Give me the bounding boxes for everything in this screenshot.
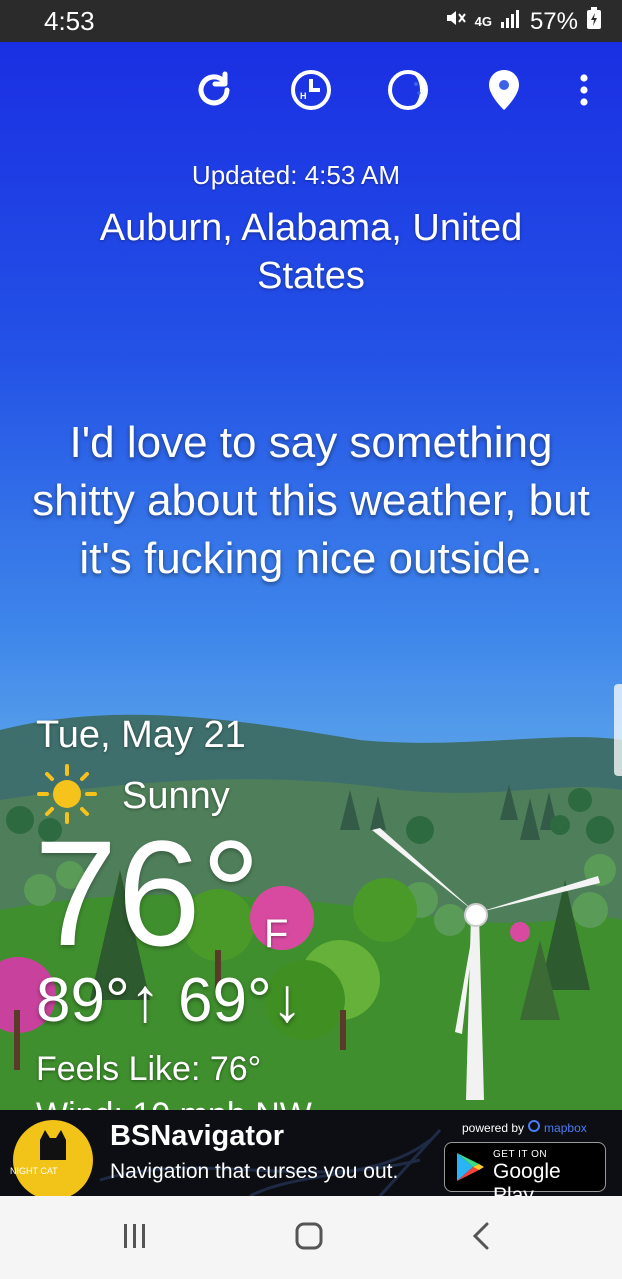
- night-cat-logo: NIGHT CAT: [10, 1110, 96, 1196]
- mapbox-icon: [528, 1120, 541, 1135]
- feels-like: Feels Like: 76°: [36, 1050, 262, 1088]
- moon-phase-button[interactable]: [384, 68, 432, 116]
- location-button[interactable]: [480, 68, 528, 116]
- hourly-button[interactable]: H: [287, 68, 335, 116]
- network-type: 4G: [474, 14, 492, 29]
- home-icon: [294, 1221, 324, 1256]
- overflow-menu-button[interactable]: [560, 68, 608, 116]
- svg-text:H: H: [300, 91, 307, 101]
- system-navigation-bar: [0, 1196, 622, 1279]
- svg-text:NIGHT CAT: NIGHT CAT: [10, 1166, 58, 1176]
- moon-phase-icon: [386, 68, 430, 117]
- play-store-icon: [455, 1151, 485, 1188]
- location-title: Auburn, Alabama, United States: [99, 207, 523, 297]
- toolbar: H: [0, 68, 622, 116]
- high-low-row: 89°↑ 69°↓: [36, 966, 303, 1036]
- wind-info: Wind: 10 mph NW: [36, 1098, 312, 1110]
- get-it-on-label: GET IT ON: [493, 1149, 548, 1160]
- more-vert-icon: [578, 72, 590, 113]
- temperature-unit: F: [264, 912, 289, 956]
- scroll-indicator[interactable]: [614, 684, 622, 776]
- google-play-button[interactable]: GET IT ON Google Play: [444, 1142, 606, 1196]
- weather-quote: I'd love to say something shitty about t…: [32, 418, 590, 583]
- updated-timestamp: Updated: 4:53 AM: [191, 160, 401, 190]
- arrow-up-icon: ↑: [129, 966, 161, 1035]
- back-button[interactable]: [456, 1216, 506, 1260]
- battery-level: 57%: [529, 7, 578, 35]
- mute-icon: [443, 6, 467, 37]
- back-icon: [469, 1221, 493, 1256]
- hourly-clock-icon: H: [289, 68, 333, 117]
- high-temperature: 89°: [36, 966, 130, 1035]
- recent-apps-icon: [120, 1222, 150, 1255]
- status-icons: 4G 57%: [443, 6, 602, 37]
- status-time: 4:53: [44, 6, 95, 36]
- location-pin-icon: [484, 68, 524, 117]
- mapbox-label: mapbox: [544, 1120, 587, 1135]
- refresh-icon: [192, 68, 236, 117]
- recent-apps-button[interactable]: [110, 1216, 160, 1260]
- forecast-date: Tue, May 21: [36, 714, 246, 756]
- arrow-down-icon: ↓: [271, 966, 303, 1035]
- refresh-button[interactable]: [190, 68, 238, 116]
- current-temperature: 76°: [34, 809, 261, 977]
- low-temperature: 69°: [178, 966, 272, 1035]
- google-play-label: Google Play: [493, 1160, 561, 1196]
- ad-powered-by: powered by mapbox: [462, 1120, 587, 1135]
- ad-title: BSNavigator: [110, 1120, 285, 1152]
- battery-icon: [586, 6, 602, 37]
- ad-banner[interactable]: NIGHT CAT BSNavigator Navigation that cu…: [0, 1110, 622, 1196]
- ad-subtitle: Navigation that curses you out.: [110, 1160, 399, 1183]
- status-bar: 4:53 4G 57%: [0, 0, 622, 42]
- signal-icon: [500, 7, 522, 36]
- home-button[interactable]: [284, 1216, 334, 1260]
